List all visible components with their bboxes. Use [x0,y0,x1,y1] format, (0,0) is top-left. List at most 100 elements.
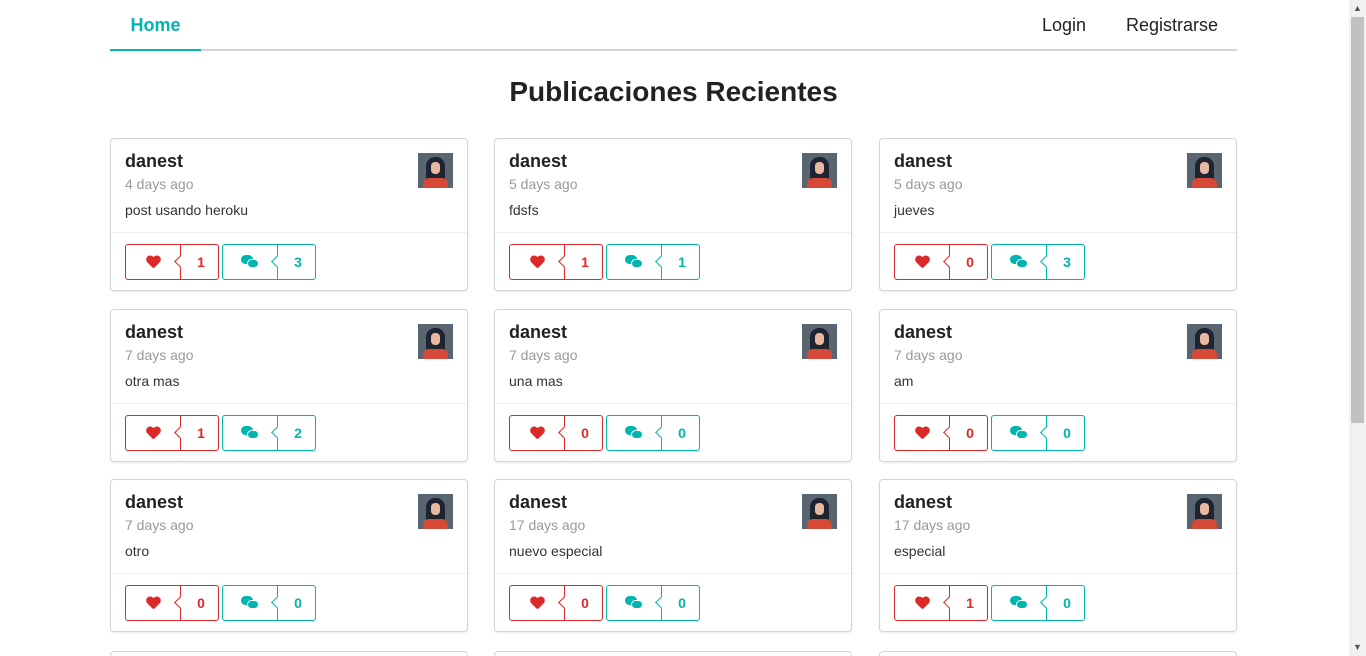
comment-count: 1 [678,254,686,270]
post-date: 7 days ago [894,347,963,363]
card-divider [880,403,1236,404]
like-count: 1 [197,425,205,441]
card-divider [495,403,851,404]
post-date: 7 days ago [509,347,578,363]
like-button[interactable]: 1 [894,585,988,621]
comments-icon [625,255,643,269]
comments-icon [1010,426,1028,440]
comments-icon [1010,596,1028,610]
post-date: 17 days ago [894,517,971,533]
card-divider [880,573,1236,574]
post-author[interactable]: danest [894,322,952,343]
comment-button[interactable]: 3 [991,244,1085,280]
heart-icon [915,256,929,268]
comment-count: 0 [294,595,302,611]
heart-icon [915,427,929,439]
post-text: post usando heroku [125,202,248,218]
heart-icon [530,597,544,609]
like-button[interactable]: 0 [125,585,219,621]
comment-count: 0 [1063,595,1071,611]
card-divider [111,232,467,233]
like-count: 0 [581,595,589,611]
post-text: otra mas [125,373,180,389]
heart-icon [530,427,544,439]
like-count: 0 [581,425,589,441]
user-avatar [418,153,453,188]
top-menu: Home Login Registrarse [110,0,1237,51]
post-card: danest 7 days ago otro 0 0 [110,479,468,632]
scrollbar[interactable]: ▲ ▼ [1349,0,1366,656]
scroll-up-arrow-icon[interactable]: ▲ [1349,0,1366,17]
comment-count: 0 [678,595,686,611]
comment-button[interactable]: 0 [991,415,1085,451]
post-card-partial [110,651,468,656]
nav-register[interactable]: Registrarse [1126,0,1218,51]
user-avatar [802,324,837,359]
post-text: otro [125,543,150,559]
comments-icon [625,426,643,440]
user-avatar [1187,153,1222,188]
post-text: fdsfs [509,202,539,218]
card-divider [111,573,467,574]
post-author[interactable]: danest [509,492,567,513]
comment-button[interactable]: 2 [222,415,316,451]
like-button[interactable]: 0 [894,415,988,451]
comment-button[interactable]: 0 [222,585,316,621]
user-avatar [802,153,837,188]
like-button[interactable]: 0 [509,415,603,451]
post-text: nuevo especial [509,543,603,559]
post-text: una mas [509,373,563,389]
card-divider [495,232,851,233]
post-text: am [894,373,914,389]
post-date: 4 days ago [125,176,194,192]
post-date: 5 days ago [894,176,963,192]
scroll-down-arrow-icon[interactable]: ▼ [1349,639,1366,656]
post-author[interactable]: danest [509,322,567,343]
post-card: danest 5 days ago jueves 0 3 [879,138,1237,291]
like-count: 0 [966,425,974,441]
like-button[interactable]: 1 [509,244,603,280]
heart-icon [530,256,544,268]
post-card-partial [879,651,1237,656]
post-card: danest 17 days ago nuevo especial 0 0 [494,479,852,632]
comments-icon [241,255,259,269]
nav-login[interactable]: Login [1042,0,1086,51]
user-avatar [1187,324,1222,359]
card-divider [111,403,467,404]
user-avatar [802,494,837,529]
nav-home[interactable]: Home [110,0,201,51]
scrollbar-thumb[interactable] [1351,17,1364,423]
post-author[interactable]: danest [125,322,183,343]
heart-icon [146,256,160,268]
comment-button[interactable]: 0 [991,585,1085,621]
comment-button[interactable]: 0 [606,415,700,451]
like-button[interactable]: 0 [894,244,988,280]
post-date: 7 days ago [125,517,194,533]
post-author[interactable]: danest [125,492,183,513]
comments-icon [241,596,259,610]
like-button[interactable]: 1 [125,415,219,451]
like-count: 0 [197,595,205,611]
card-divider [495,573,851,574]
post-date: 7 days ago [125,347,194,363]
comments-icon [625,596,643,610]
user-avatar [1187,494,1222,529]
like-button[interactable]: 0 [509,585,603,621]
post-card: danest 5 days ago fdsfs 1 1 [494,138,852,291]
post-card-partial [494,651,852,656]
post-author[interactable]: danest [894,151,952,172]
like-count: 1 [197,254,205,270]
comment-button[interactable]: 0 [606,585,700,621]
post-text: especial [894,543,946,559]
post-author[interactable]: danest [125,151,183,172]
heart-icon [146,597,160,609]
post-card: danest 7 days ago una mas 0 0 [494,309,852,462]
comment-button[interactable]: 1 [606,244,700,280]
comment-button[interactable]: 3 [222,244,316,280]
like-button[interactable]: 1 [125,244,219,280]
post-text: jueves [894,202,935,218]
comment-count: 2 [294,425,302,441]
post-author[interactable]: danest [894,492,952,513]
like-count: 1 [581,254,589,270]
post-author[interactable]: danest [509,151,567,172]
